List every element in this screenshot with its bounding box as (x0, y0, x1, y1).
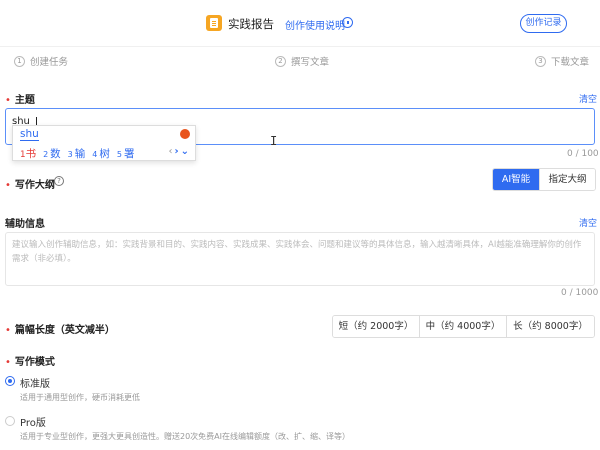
step-number: 2 (275, 55, 286, 67)
mode-standard-desc: 适用于通用型创作，硬币消耗更低 (20, 393, 140, 402)
aux-char-counter: 0 / 1000 (561, 288, 599, 298)
aux-clear-button[interactable]: 清空 (579, 216, 597, 229)
aux-label: 辅助信息 (5, 219, 45, 230)
required-mark: • (5, 180, 11, 191)
step-create: 1 创建任务 (14, 54, 68, 68)
required-mark: • (5, 95, 11, 106)
ime-candidate[interactable]: 4树 (92, 146, 110, 161)
ime-composition: shu (20, 128, 39, 141)
topic-char-counter: 0 / 100 (567, 149, 599, 159)
aux-textarea[interactable]: 建议输入创作辅助信息，如：实践背景和目的、实践内容、实践成果、实践体会、问题和建… (5, 232, 595, 286)
ime-candidate[interactable]: 2数 (43, 146, 61, 161)
required-mark: • (5, 325, 11, 336)
ime-candidate-popup: shu 1书 2数 3输 4树 5署 ‹›⌄ (12, 125, 196, 161)
report-logo-icon (206, 15, 222, 31)
info-icon[interactable] (342, 17, 353, 28)
mode-pro-radio[interactable] (5, 416, 15, 426)
ime-candidate[interactable]: 3输 (68, 146, 86, 161)
outline-toggle: AI智能 指定大纲 (492, 168, 596, 191)
ime-logo-icon (180, 129, 190, 139)
outline-custom-button[interactable]: 指定大纲 (540, 169, 595, 190)
length-medium-button[interactable]: 中（约 4000字） (420, 316, 507, 337)
step-number: 3 (535, 55, 546, 67)
ime-nav: ‹›⌄ (168, 146, 191, 157)
ime-candidate[interactable]: 5署 (117, 146, 135, 161)
length-long-button[interactable]: 长（约 8000字） (507, 316, 594, 337)
step-label: 创建任务 (30, 57, 69, 68)
history-button[interactable]: 创作记录 (520, 14, 567, 33)
topic-label: • 主题 (5, 95, 35, 106)
ime-candidate[interactable]: 1书 (20, 146, 36, 161)
outline-label: • 写作大纲 (5, 180, 55, 191)
mode-pro-title[interactable]: Pro版 (20, 414, 46, 429)
required-mark: • (5, 357, 11, 368)
length-label: • 篇幅长度（英文减半） (5, 325, 115, 336)
topic-clear-button[interactable]: 清空 (579, 92, 597, 105)
mode-pro-desc: 适用于专业型创作，更强大更具创造性。赠送20次免费AI在线编辑额度（改、扩、缩、… (20, 432, 351, 441)
mode-standard-title[interactable]: 标准版 (20, 375, 50, 390)
page-title: 实践报告 (228, 17, 274, 31)
step-number: 1 (14, 55, 25, 67)
outline-help-icon[interactable]: ? (54, 176, 64, 186)
step-write: 2 撰写文章 (275, 54, 329, 68)
length-options: 短（约 2000字） 中（约 4000字） 长（约 8000字） (332, 315, 595, 338)
step-indicator: 1 创建任务 2 撰写文章 3 下载文章 (0, 46, 600, 74)
ime-expand-icon[interactable]: ⌄ (181, 146, 191, 157)
outline-ai-button[interactable]: AI智能 (493, 169, 540, 190)
step-download: 3 下载文章 (535, 54, 589, 68)
aux-placeholder: 建议输入创作辅助信息，如：实践背景和目的、实践内容、实践成果、实践体会、问题和建… (12, 240, 582, 264)
mouse-ibeam-cursor: I (270, 134, 278, 148)
help-link[interactable]: 创作使用说明 (285, 17, 345, 32)
mode-label: • 写作模式 (5, 357, 55, 368)
ime-candidate-list: 1书 2数 3输 4树 5署 (20, 146, 134, 161)
step-label: 下载文章 (551, 57, 590, 68)
mode-standard-radio[interactable] (5, 376, 15, 386)
step-label: 撰写文章 (291, 57, 330, 68)
length-short-button[interactable]: 短（约 2000字） (333, 316, 420, 337)
header: 实践报告 创作使用说明 创作记录 (0, 0, 600, 46)
